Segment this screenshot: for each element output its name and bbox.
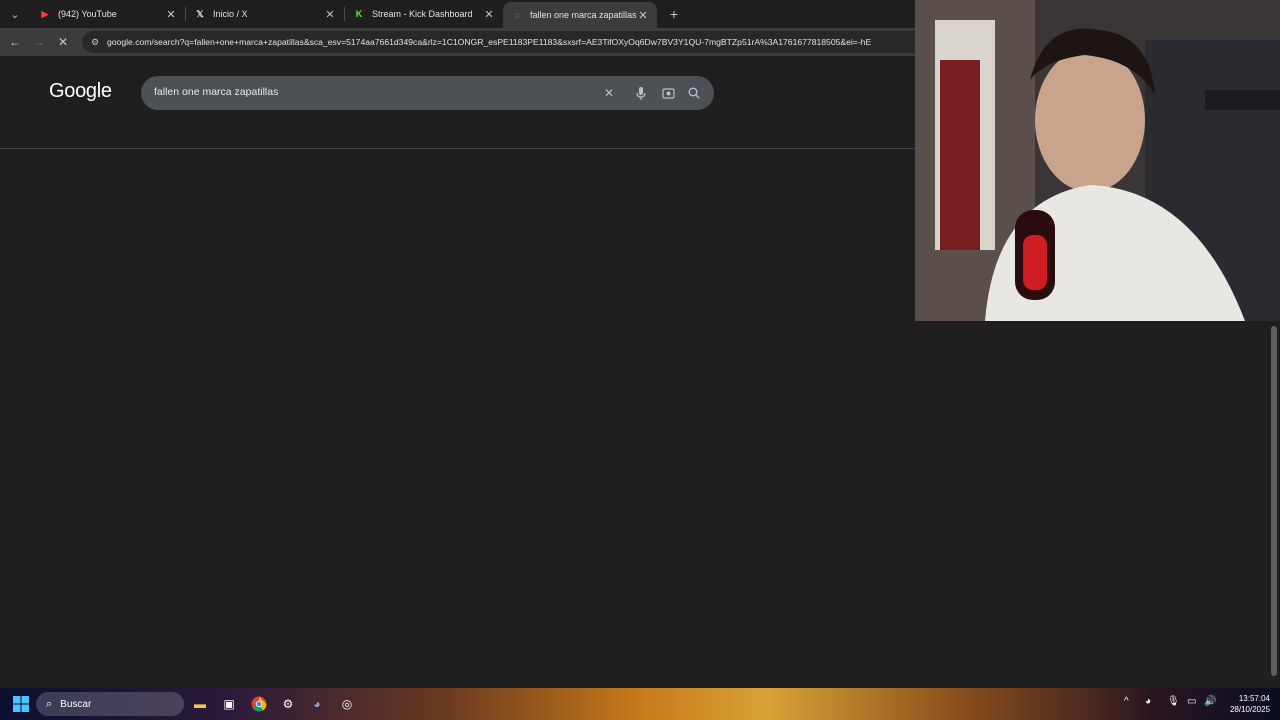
new-tab-button[interactable]: + [663,6,685,22]
clear-icon[interactable]: ✕ [601,85,617,101]
file-explorer-icon[interactable]: ▬ [191,695,209,713]
loading-icon: ◌ [514,10,520,20]
site-info-icon[interactable]: ⚙ [88,35,102,49]
search-icon[interactable] [686,85,702,101]
page-scrollbar[interactable] [1271,326,1277,676]
tab-x[interactable]: 𝕏 Inicio / X ✕ [186,0,344,28]
volume-icon[interactable]: 🔊 [1204,696,1216,707]
search-icon: ⌕ [46,697,53,710]
steam-icon[interactable]: ⚙ [279,695,297,713]
url-text[interactable]: google.com/search?q=fallen+one+marca+zap… [107,37,871,47]
tab-google-search[interactable]: ◌ fallen one marca zapatillas - Bu ✕ [503,2,657,28]
header-divider [0,148,915,149]
google-logo[interactable]: Google [49,80,112,103]
close-tab-icon[interactable]: ✕ [165,8,177,21]
forward-arrow-icon[interactable]: → [27,35,51,49]
obs-icon[interactable]: ◎ [338,695,356,713]
search-input[interactable]: fallen one marca zapatillas [154,86,278,98]
clock-time: 13:57:04 [1238,694,1270,703]
windows-taskbar: ⌕ Buscar ▬ ▣ ⚙ ◕ ◎ ^ ◕ 🎙 ▭ 🔊 13:57:04 28… [0,688,1280,720]
system-clock[interactable]: 13:57:04 28/10/2025 [1222,693,1270,715]
taskbar-search-label: Buscar [60,698,92,710]
discord-icon[interactable]: ◕ [308,695,326,713]
windows-start-icon[interactable] [12,695,30,713]
webcam-overlay [915,0,1280,321]
close-tab-icon[interactable]: ✕ [324,8,336,21]
microphone-icon[interactable] [633,85,649,101]
tab-kick[interactable]: K Stream - Kick Dashboard ✕ [345,0,503,28]
x-icon: 𝕏 [196,8,204,19]
back-arrow-icon[interactable]: ← [3,35,27,49]
youtube-icon: ▶ [41,8,49,19]
tab-title: (942) YouTube [58,9,117,19]
tab-title: Inicio / X [213,9,248,19]
close-tab-icon[interactable]: ✕ [637,9,649,22]
tray-chevron-icon[interactable]: ^ [1124,696,1129,707]
microphone-tray-icon[interactable]: 🎙 [1167,696,1180,707]
kick-icon: K [355,9,363,19]
tab-youtube[interactable]: ▶ (942) YouTube ✕ [31,0,185,28]
close-tab-icon[interactable]: ✕ [483,8,495,21]
network-icon[interactable]: ▭ [1187,696,1196,707]
tab-title: fallen one marca zapatillas - Bu [530,10,637,20]
search-box[interactable]: fallen one marca zapatillas ✕ [141,76,714,110]
tab-search-chevron-icon[interactable]: ⌄ [3,4,27,24]
stop-loading-icon[interactable]: ✕ [51,35,75,49]
streamer-webcam-image [915,0,1280,321]
clock-date: 28/10/2025 [1229,705,1270,714]
camera-lens-icon[interactable] [660,85,676,101]
taskbar-search-box[interactable]: ⌕ Buscar [36,692,184,716]
store-icon[interactable]: ▣ [220,695,238,713]
chrome-icon[interactable] [250,695,268,713]
tab-title: Stream - Kick Dashboard [372,9,473,19]
discord-tray-icon[interactable]: ◕ [1145,696,1151,707]
